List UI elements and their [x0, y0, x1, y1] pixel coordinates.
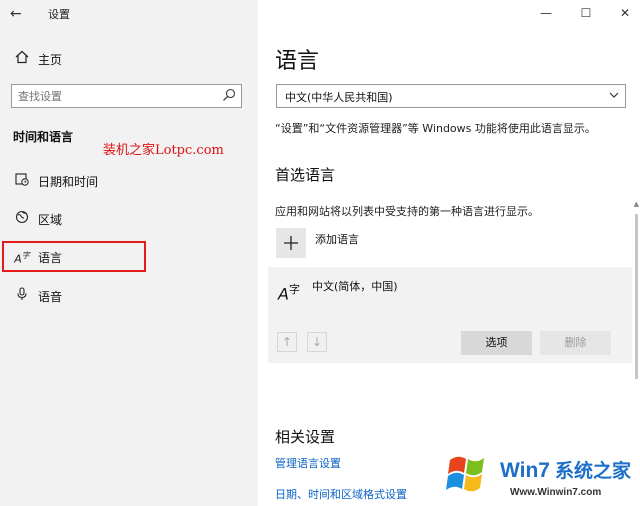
sidebar-item-label: 主页: [38, 53, 63, 67]
selected-item-highlight: [2, 241, 146, 272]
display-language-description: “设置”和“文件资源管理器”等 Windows 功能将使用此语言显示。: [275, 122, 596, 135]
logo-cn-text: 系统之家: [555, 459, 632, 482]
sidebar-item-home[interactable]: 主页: [0, 44, 258, 74]
main-content: — ☐ ✕ 语言 中文(中华人民共和国) “设置”和“文件资源管理器”等 Win…: [258, 0, 640, 506]
sidebar-item-label: 语音: [38, 290, 63, 304]
scrollbar-thumb[interactable]: [635, 214, 638, 379]
language-list-item[interactable]: A字 中文(简体，中国) ↑ ↓ 选项 删除: [268, 267, 632, 363]
minimize-icon[interactable]: —: [539, 6, 553, 20]
preferred-language-description: 应用和网站将以列表中受支持的第一种语言进行显示。: [275, 205, 539, 218]
language-icon: A字: [278, 283, 300, 304]
section-title: 时间和语言: [13, 130, 74, 144]
watermark-text: 装机之家Lotpc.com: [103, 143, 224, 158]
move-down-arrow-icon[interactable]: ↓: [307, 332, 327, 352]
logo-url-text: Www.Winwin7.com: [510, 487, 601, 498]
display-language-value: 中文(中华人民共和国): [285, 91, 393, 104]
close-icon[interactable]: ✕: [618, 6, 632, 20]
move-up-arrow-icon[interactable]: ↑: [277, 332, 297, 352]
language-name: 中文(简体，中国): [312, 280, 398, 293]
preferred-language-heading: 首选语言: [275, 166, 336, 184]
manage-language-settings-link[interactable]: 管理语言设置: [275, 455, 341, 471]
windows-flag-icon: [446, 456, 484, 492]
sidebar-item-label: 区域: [38, 213, 63, 227]
scroll-up-icon[interactable]: ▲: [634, 200, 639, 208]
win7-logo-watermark: Win7 系统之家 Www.Winwin7.com: [442, 446, 632, 502]
sidebar-item-region[interactable]: 区域: [0, 204, 258, 234]
search-field[interactable]: [11, 84, 242, 108]
page-title: 语言: [275, 49, 320, 74]
date-time-icon: [14, 172, 30, 188]
search-icon[interactable]: [222, 88, 236, 102]
back-arrow-icon[interactable]: ←: [10, 5, 30, 23]
maximize-icon[interactable]: ☐: [579, 6, 593, 20]
sidebar: ← 设置 主页 时间和语言 装机之家Lotpc.com 日期和时间 区域 A字 …: [0, 0, 258, 506]
sidebar-item-label: 日期和时间: [38, 175, 99, 189]
display-language-select[interactable]: 中文(中华人民共和国): [276, 84, 626, 108]
options-button[interactable]: 选项: [461, 331, 532, 355]
chevron-down-icon: [609, 92, 619, 98]
sidebar-item-date-time[interactable]: 日期和时间: [0, 166, 258, 196]
window-title: 设置: [48, 8, 70, 21]
region-icon: [14, 210, 30, 226]
related-settings-heading: 相关设置: [275, 428, 336, 446]
date-time-region-format-link[interactable]: 日期、时间和区域格式设置: [275, 486, 407, 502]
search-input[interactable]: [18, 87, 208, 105]
add-language-button[interactable]: [276, 228, 306, 258]
add-language-label[interactable]: 添加语言: [315, 231, 359, 247]
plus-icon: [284, 236, 298, 250]
logo-win7-text: Win7: [500, 459, 550, 482]
microphone-icon: [14, 287, 30, 303]
sidebar-item-speech[interactable]: 语音: [0, 281, 258, 311]
home-icon: [14, 50, 30, 66]
remove-button[interactable]: 删除: [540, 331, 611, 355]
window-controls: — ☐ ✕: [520, 0, 640, 28]
